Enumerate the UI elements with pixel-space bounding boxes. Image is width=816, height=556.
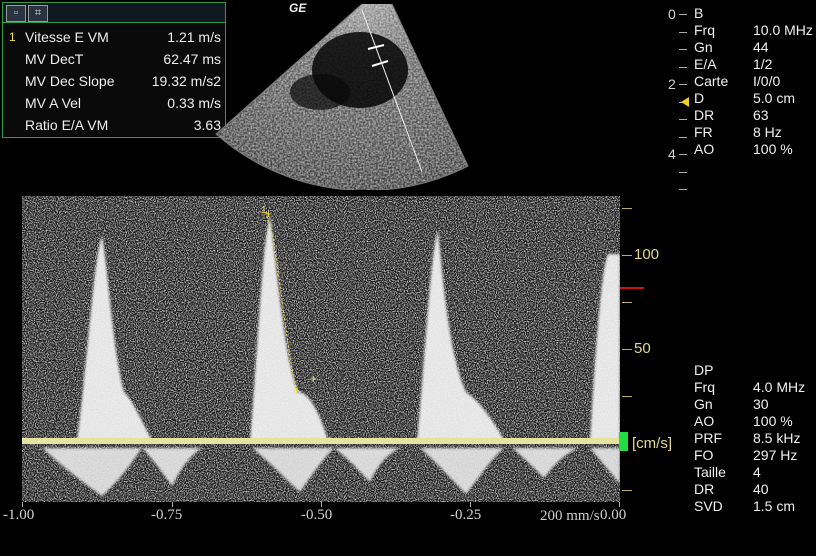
depth-tick (679, 32, 687, 33)
time-label-minus-0-50: -0.50 (301, 507, 333, 523)
time-label-minus-1-00: -1.00 (3, 507, 35, 523)
depth-tick (679, 67, 687, 68)
b-mode-param-value: 63 (753, 107, 769, 123)
measurement-label: MV Dec Slope (25, 73, 115, 89)
pw-mode-param-label: PRF (694, 430, 722, 446)
pw-mode-param-label: FO (694, 447, 714, 463)
measurement-row[interactable]: MV A Vel 0.33 m/s (3, 93, 225, 115)
depth-tick (679, 154, 687, 155)
caliper-decel-end-icon[interactable]: + (293, 384, 300, 398)
pw-mode-param-value: 100 % (753, 413, 793, 429)
pw-mode-param-value: 30 (753, 396, 769, 412)
depth-tick (679, 14, 687, 15)
caliper-a-point-icon[interactable]: + (310, 372, 317, 386)
measurement-row[interactable]: 1 Vitesse E VM 1.21 m/s (3, 27, 225, 49)
b-mode-param-value: 44 (753, 39, 769, 55)
measurement-index: 1 (9, 30, 16, 44)
velocity-tick (622, 302, 632, 303)
velocity-tick (622, 255, 632, 256)
doppler-baseline[interactable] (22, 438, 620, 444)
velocity-label-50: 50 (634, 340, 651, 357)
pw-mode-param-label: Taille (694, 464, 726, 480)
velocity-unit: [cm/s] (632, 435, 672, 452)
pw-mode-param-value: 8.5 kHz (753, 430, 801, 446)
pw-mode-title: DP (694, 362, 714, 378)
depth-label-4: 4 (668, 146, 676, 162)
pw-mode-param-value: 4 (753, 464, 761, 480)
focus-marker-icon[interactable] (680, 97, 690, 107)
pw-mode-param-value: 297 Hz (753, 447, 798, 463)
pw-mode-param-label: SVD (694, 498, 723, 514)
pw-mode-param-value: 4.0 MHz (753, 379, 806, 395)
doppler-spectrum-display[interactable]: 1 + + + (22, 196, 620, 502)
pw-mode-param-value: 1.5 cm (753, 498, 796, 514)
b-mode-param-label: Carte (694, 73, 729, 89)
b-mode-param-label: AO (694, 141, 715, 157)
time-label-minus-0-25: -0.25 (450, 507, 482, 523)
measurement-row[interactable]: MV Dec Slope 19.32 m/s2 (3, 71, 225, 93)
b-mode-param-value: 10.0 MHz (753, 22, 813, 38)
measurement-toolbar: ▫ ⌗ (3, 3, 225, 23)
b-mode-param-label: E/A (694, 56, 717, 72)
measurement-label: Vitesse E VM (25, 29, 109, 45)
nyquist-marker (620, 287, 644, 289)
measurement-label: MV A Vel (25, 95, 82, 111)
measurement-row[interactable]: Ratio E/A VM 3.63 (3, 115, 225, 137)
measurement-panel: ▫ ⌗ 1 Vitesse E VM 1.21 m/s MV DecT 62.47 ms… (2, 2, 226, 138)
depth-tick (679, 137, 687, 138)
sweep-speed: 200 mm/s (540, 508, 600, 524)
brand-logo: GE (289, 1, 307, 15)
pw-mode-param-value: 40 (753, 481, 769, 497)
b-mode-param-label: Gn (694, 39, 713, 55)
b-mode-param-value: I/0/0 (753, 73, 781, 89)
velocity-label-100: 100 (634, 246, 660, 263)
b-mode-param-label: D (694, 90, 705, 106)
b-mode-param-label: DR (694, 107, 715, 123)
cursor-settings-icon[interactable]: ⌗ (28, 5, 48, 22)
depth-tick (679, 172, 687, 173)
measurement-label: Ratio E/A VM (25, 117, 109, 133)
b-mode-param-value: 8 Hz (753, 124, 782, 140)
b-mode-title: B (694, 5, 704, 21)
caliper-e-point-icon[interactable]: + (265, 207, 272, 221)
measurement-row[interactable]: MV DecT 62.47 ms (3, 49, 225, 71)
baseline-handle[interactable] (619, 432, 628, 451)
b-mode-sector-image (215, 3, 469, 190)
checkbox-icon[interactable]: ▫ (6, 5, 26, 22)
pw-mode-param-label: Frq (694, 379, 715, 395)
b-mode-param-label: FR (694, 124, 713, 140)
depth-tick (679, 189, 687, 190)
velocity-tick (622, 208, 632, 209)
velocity-tick (622, 396, 632, 397)
depth-tick (679, 49, 687, 50)
depth-label-0: 0 (668, 6, 676, 22)
pw-mode-param-label: AO (694, 413, 715, 429)
b-mode-param-value: 100 % (753, 141, 793, 157)
velocity-tick (622, 490, 632, 491)
velocity-tick (622, 349, 632, 350)
depth-tick (679, 119, 687, 120)
measurement-label: MV DecT (25, 51, 84, 67)
depth-tick (679, 84, 687, 85)
pw-mode-param-label: Gn (694, 396, 713, 412)
time-label-0-00: 0.00 (600, 507, 627, 523)
b-mode-param-value: 5.0 cm (753, 90, 796, 106)
b-mode-param-value: 1/2 (753, 56, 773, 72)
b-mode-param-label: Frq (694, 22, 715, 38)
pw-mode-param-label: DR (694, 481, 715, 497)
depth-label-2: 2 (668, 76, 676, 92)
time-label-minus-0-75: -0.75 (151, 507, 183, 523)
